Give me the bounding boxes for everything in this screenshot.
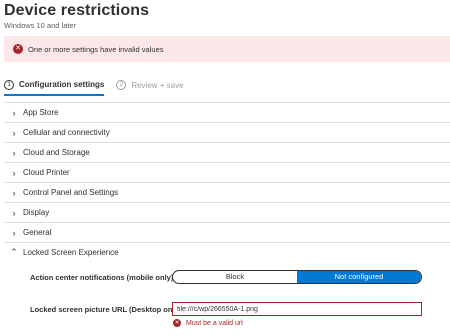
- section-label: General: [23, 228, 52, 237]
- toggle-option-block[interactable]: Block: [173, 271, 297, 283]
- step-label: Review + save: [131, 80, 184, 90]
- section-general[interactable]: › General: [4, 222, 450, 242]
- section-control-panel-and-settings[interactable]: › Control Panel and Settings: [4, 182, 450, 202]
- section-label: App Store: [23, 108, 59, 117]
- error-icon: ✕: [173, 319, 181, 327]
- section-label: Display: [23, 208, 50, 217]
- error-banner: ✕ One or more settings have invalid valu…: [4, 36, 450, 62]
- settings-sections: › App Store › Cellular and connectivity …: [4, 102, 450, 262]
- section-app-store[interactable]: › App Store: [4, 102, 450, 122]
- step-label: Configuration settings: [19, 80, 105, 89]
- section-cellular-and-connectivity[interactable]: › Cellular and connectivity: [4, 122, 450, 142]
- section-display[interactable]: › Display: [4, 202, 450, 222]
- action-center-notifications-toggle[interactable]: Block Not configured: [172, 270, 422, 284]
- step-review-save[interactable]: 2 Review + save: [116, 77, 184, 93]
- validation-message: ✕ Must be a valid url: [173, 319, 243, 327]
- section-label: Cloud Printer: [23, 168, 70, 177]
- section-cloud-and-storage[interactable]: › Cloud and Storage: [4, 142, 450, 162]
- toggle-option-not-configured[interactable]: Not configured: [297, 271, 421, 283]
- error-banner-message: One or more settings have invalid values: [28, 44, 164, 54]
- section-cloud-printer[interactable]: › Cloud Printer: [4, 162, 450, 182]
- chevron-right-icon: ›: [12, 147, 16, 158]
- step-number: 1: [4, 79, 14, 90]
- wizard-steps: 1 Configuration settings 2 Review + save: [4, 77, 184, 97]
- locked-screen-picture-url-label: Locked screen picture URL (Desktop only): [30, 305, 182, 314]
- chevron-right-icon: ›: [12, 167, 16, 178]
- section-label: Cloud and Storage: [23, 148, 90, 157]
- error-icon: ✕: [13, 44, 23, 54]
- chevron-right-icon: ›: [12, 127, 16, 138]
- page-title: Device restrictions: [4, 2, 150, 19]
- chevron-right-icon: ›: [12, 107, 16, 118]
- chevron-right-icon: ›: [12, 207, 16, 218]
- action-center-notifications-label: Action center notifications (mobile only…: [30, 273, 174, 282]
- section-label: Control Panel and Settings: [23, 188, 119, 197]
- step-number: 2: [116, 80, 127, 90]
- page-subtitle: Windows 10 and later: [4, 21, 77, 30]
- chevron-right-icon: ›: [12, 227, 16, 238]
- chevron-right-icon: ›: [12, 187, 16, 198]
- section-label: Locked Screen Experience: [23, 248, 119, 257]
- section-locked-screen-experience[interactable]: ⌃ Locked Screen Experience: [4, 242, 450, 262]
- step-configuration-settings[interactable]: 1 Configuration settings: [4, 77, 105, 96]
- validation-text: Must be a valid url: [186, 319, 243, 327]
- chevron-up-icon: ⌃: [10, 247, 18, 257]
- section-label: Cellular and connectivity: [23, 128, 110, 137]
- locked-screen-picture-url-input[interactable]: [172, 302, 422, 316]
